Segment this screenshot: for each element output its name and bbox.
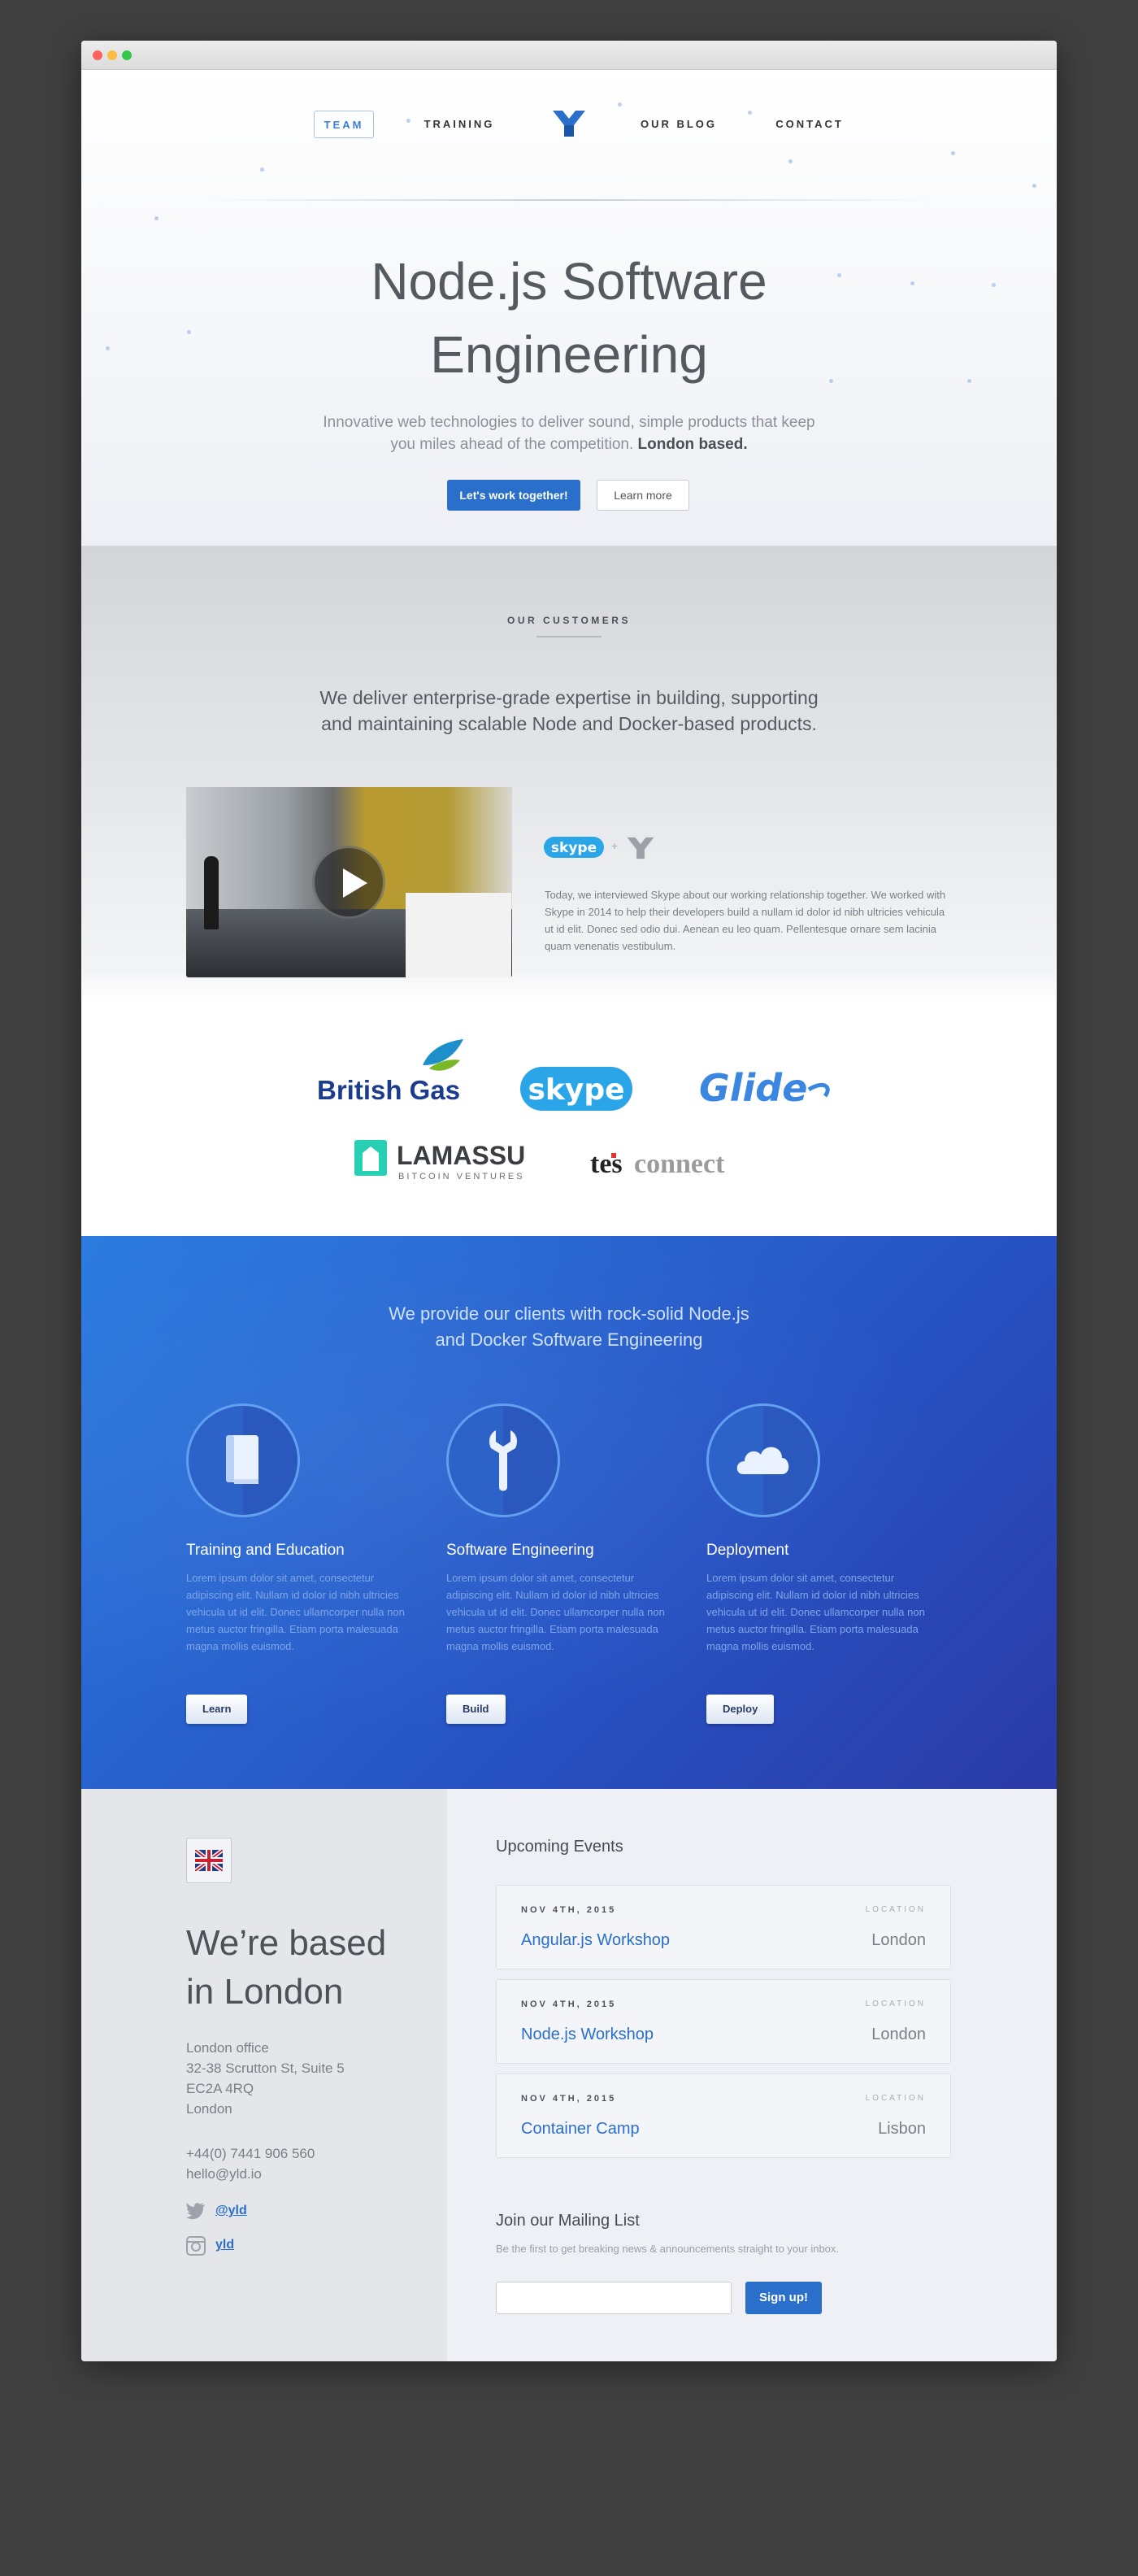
browser-window: TEAM TRAINING OUR BLOG CONTACT Node.js S… [81,41,1057,2361]
svg-text:BITCOIN VENTURES: BITCOIN VENTURES [398,1172,525,1181]
service-deployment: Deployment Lorem ipsum dolor sit amet, c… [706,1403,950,1745]
customers-intro: We deliver enterprise-grade expertise in… [319,687,819,734]
nav-contact[interactable]: CONTACT [769,111,850,138]
skype-video[interactable] [186,787,512,977]
services-intro: We provide our clients with rock-solid N… [389,1303,749,1350]
lamassu-logo: LAMASSU BITCOIN VENTURES [354,1140,525,1181]
service-title: Deployment [706,1542,789,1559]
event-title-link[interactable]: Node.js Workshop [521,2026,654,2044]
twitter-icon [186,2203,205,2220]
book-icon [226,1435,258,1484]
events-panel: Upcoming Events NOV 4TH, 2015 LOCATION A… [447,1789,1057,2361]
skype-logo: skype [520,1067,632,1111]
email-input[interactable] [496,2282,732,2314]
section-label-underline [536,636,602,637]
svg-text:connect: connect [634,1149,725,1179]
nav-our-blog[interactable]: OUR BLOG [634,111,723,138]
event-title-link[interactable]: Container Camp [521,2120,640,2139]
tesconnect-logo: tes connect [590,1149,725,1179]
service-engineering: Software Engineering Lorem ipsum dolor s… [446,1403,690,1745]
instagram-icon [186,2236,206,2256]
customer-quote: Today, we interviewed Skype about our wo… [545,889,946,952]
event-card[interactable]: NOV 4TH, 2015 LOCATION Node.js Workshop … [496,1979,951,2064]
office-address: London office 32-38 Scrutton St, Suite 5… [186,2040,345,2117]
contact-info: +44(0) 7441 906 560 hello@yld.io [186,2143,315,2184]
section-label: OUR CUSTOMERS [507,615,631,626]
sign-up-button[interactable]: Sign up! [745,2282,822,2314]
nav-divider [203,199,935,201]
service-training: Training and Education Lorem ipsum dolor… [186,1403,430,1745]
service-title: Training and Education [186,1542,345,1559]
service-circle [446,1403,560,1517]
location-title: We’re based in London [186,1923,387,2012]
nav-training[interactable]: TRAINING [415,111,504,138]
uk-flag-icon [195,1850,223,1871]
glide-logo: Glide [699,1066,830,1110]
hero-title: Node.js Software Engineering [371,252,767,384]
work-together-button[interactable]: Let's work together! [447,480,580,511]
mailing-heading: Join our Mailing List [496,2212,640,2230]
phone-number: +44(0) 7441 906 560 [186,2146,315,2161]
yld-logo-icon[interactable] [551,109,587,138]
service-circle [706,1403,820,1517]
service-body: Lorem ipsum dolor sit amet, consectetur … [706,1572,925,1652]
location-panel: We’re based in London London office 32-38… [81,1789,447,2361]
nav-team[interactable]: TEAM [314,111,374,138]
build-button[interactable]: Build [446,1695,506,1724]
customer-logos: British Gas skype Glide LAMASSU BITCOIN … [317,1039,830,1181]
svg-text:skype: skype [528,1073,624,1107]
window-titlebar [81,41,1057,70]
deploy-button[interactable]: Deploy [706,1695,775,1724]
maximize-window-button[interactable] [122,50,132,60]
svg-text:skype: skype [551,840,597,856]
svg-text:tes: tes [590,1149,623,1179]
customers-section: OUR CUSTOMERS We deliver enterprise-grad… [81,546,1057,1236]
events-heading: Upcoming Events [496,1838,623,1856]
footer-section: We’re based in London London office 32-38… [81,1789,1057,2361]
uk-flag-button[interactable] [186,1838,232,1883]
service-circle [186,1403,300,1517]
services-section: We provide our clients with rock-solid N… [81,1236,1057,1789]
play-icon[interactable] [312,846,385,919]
hero-section: TEAM TRAINING OUR BLOG CONTACT Node.js S… [81,70,1057,546]
skype-logo-small: skype [544,837,604,858]
cloud-icon [736,1447,789,1474]
event-title-link[interactable]: Angular.js Workshop [521,1931,670,1950]
mailing-subtitle: Be the first to get breaking news & anno… [496,2243,840,2255]
svg-text:Glide: Glide [699,1066,807,1110]
event-card[interactable]: NOV 4TH, 2015 LOCATION Angular.js Worksh… [496,1885,951,1969]
yld-logo-gray-icon [627,837,654,859]
hero-lead: Innovative web technologies to deliver s… [323,414,815,453]
svg-text:British Gas: British Gas [317,1075,460,1105]
service-title: Software Engineering [446,1542,594,1559]
email-address[interactable]: hello@yld.io [186,2164,315,2184]
learn-button[interactable]: Learn [186,1695,248,1724]
event-card[interactable]: NOV 4TH, 2015 LOCATION Container Camp Li… [496,2073,951,2158]
service-body: Lorem ipsum dolor sit amet, consectetur … [186,1572,405,1652]
british-gas-logo: British Gas [317,1039,463,1105]
plus-sign: + [611,839,619,852]
learn-more-button[interactable]: Learn more [597,480,689,511]
wrench-icon [489,1430,517,1491]
minimize-window-button[interactable] [107,50,117,60]
service-body: Lorem ipsum dolor sit amet, consectetur … [446,1572,665,1652]
svg-text:LAMASSU: LAMASSU [397,1141,525,1170]
close-window-button[interactable] [93,50,102,60]
